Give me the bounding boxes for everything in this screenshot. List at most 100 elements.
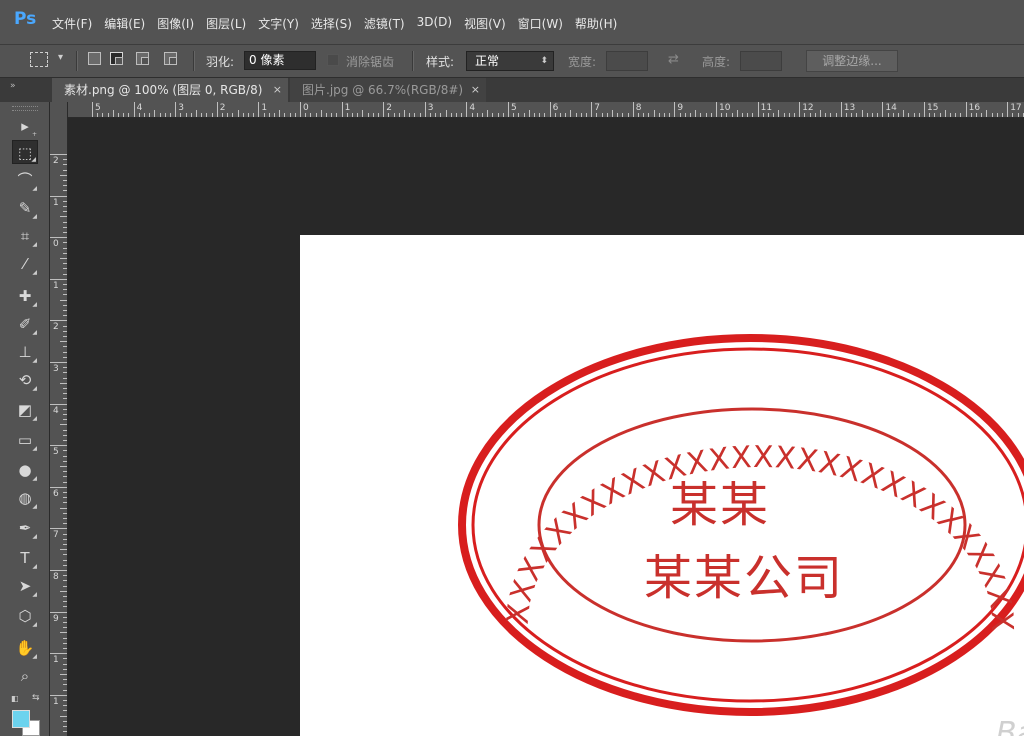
menu-help[interactable]: 帮助(H) [575, 15, 617, 32]
eraser-icon[interactable]: ◩ ◢ [12, 398, 38, 422]
ruler-minor-tick [63, 663, 67, 665]
panel-collapse-strip[interactable]: » [0, 78, 50, 102]
ruler-major-tick [799, 102, 801, 117]
blur-icon[interactable]: ● ◢ [12, 458, 38, 482]
menu-type[interactable]: 文字(Y) [258, 15, 299, 32]
ruler-minor-tick [63, 351, 67, 353]
quick-select-icon[interactable]: ✎ ◢ [12, 196, 38, 220]
ruler-minor-tick [794, 113, 795, 117]
marquee-icon[interactable]: ⬚ ◢ [12, 140, 38, 164]
tab-label: 图片.jpg @ 66.7%(RGB/8#) [302, 83, 464, 97]
width-input[interactable] [606, 51, 648, 71]
ruler-minor-tick [528, 110, 530, 117]
stamp-icon[interactable]: ⊥ ◢ [12, 340, 38, 364]
hand-icon[interactable]: ✋ ◢ [12, 636, 38, 660]
close-icon[interactable]: × [273, 78, 282, 102]
ruler-major-tick [50, 362, 67, 363]
subtract-selection-button[interactable] [136, 52, 149, 65]
swap-width-height-icon[interactable]: ⇄ [668, 52, 679, 67]
add-to-selection-button[interactable] [110, 52, 123, 65]
ruler-minor-tick [279, 110, 281, 117]
ruler-major-tick [50, 278, 67, 280]
tab-document-1[interactable]: 素材.png @ 100% (图层 0, RGB/8) × [52, 78, 288, 102]
dodge-icon[interactable]: ◍ ◢ [12, 486, 38, 510]
ruler-minor-tick [513, 113, 515, 117]
menu-filter[interactable]: 滤镜(T) [364, 15, 405, 32]
antialias-checkbox[interactable] [327, 54, 339, 66]
ruler-minor-tick [185, 113, 187, 117]
ruler-minor-tick [456, 113, 457, 117]
document-canvas[interactable]: XXXXXXXXXXXXXXXXXXXXXXXXXXXXX 某某 某某公司 [300, 235, 1024, 736]
default-colors-icon[interactable]: ◧ [11, 694, 19, 703]
history-brush-icon[interactable]: ⟲ ◢ [12, 368, 38, 392]
ruler-minor-tick [63, 393, 67, 395]
ruler-minor-tick [63, 315, 67, 317]
ruler-vertical[interactable]: 2 1 0 1 2 3 4 5 6 7 8 9 1 1 [50, 118, 68, 736]
ruler-label: 6 [552, 103, 559, 113]
menu-file[interactable]: 文件(F) [52, 15, 92, 32]
menu-layer[interactable]: 图层(L) [206, 15, 246, 32]
gradient-icon[interactable]: ▭ ◢ [12, 428, 38, 452]
canvas-area[interactable]: XXXXXXXXXXXXXXXXXXXXXXXXXXXXX 某某 某某公司 Ba… [68, 118, 1024, 736]
ruler-horizontal[interactable]: 5 4 3 2 1 0 1 2 3 4 5 6 7 8 9 10 11 12 13 14 15 16 17 [50, 102, 1024, 118]
menu-edit[interactable]: 编辑(E) [104, 15, 145, 32]
ruler-minor-tick [63, 336, 67, 337]
ruler-minor-tick [63, 554, 67, 556]
ruler-minor-tick [705, 113, 707, 117]
menu-image[interactable]: 图像(I) [157, 15, 194, 32]
ruler-minor-tick [63, 180, 67, 181]
menu-select[interactable]: 选择(S) [311, 15, 352, 32]
ruler-minor-tick [320, 110, 322, 117]
healing-icon[interactable]: ✚ ◢ [12, 284, 38, 308]
ruler-minor-tick [63, 637, 67, 639]
menu-3d[interactable]: 3D(D) [417, 15, 452, 32]
ruler-label: 17 [1010, 103, 1022, 113]
ruler-minor-tick [63, 533, 67, 535]
move-icon[interactable]: ▸ + [12, 114, 38, 138]
ruler-minor-tick [63, 398, 67, 400]
photoshop-logo: Ps [14, 9, 37, 29]
close-icon[interactable]: × [471, 78, 480, 102]
swap-colors-icon[interactable]: ⇆ [32, 693, 40, 703]
ruler-minor-tick [123, 113, 125, 117]
path-select-icon[interactable]: ➤ ◢ [12, 574, 38, 598]
pen-icon[interactable]: ✒ ◢ [12, 516, 38, 540]
new-selection-button[interactable] [88, 52, 101, 65]
crop-icon[interactable]: ⌗ ◢ [12, 224, 38, 248]
ruler-minor-tick [60, 299, 67, 301]
chevron-down-icon[interactable]: ▾ [58, 52, 63, 63]
ruler-minor-tick [1017, 113, 1019, 117]
ruler-minor-tick [612, 110, 613, 117]
panel-grip[interactable] [12, 106, 38, 111]
ruler-minor-tick [565, 113, 567, 117]
ruler-minor-tick [887, 113, 889, 117]
eyedropper-icon[interactable]: ⁄ ◢ [12, 252, 38, 276]
brush-icon[interactable]: ✐ ◢ [12, 312, 38, 336]
foreground-color-swatch[interactable] [12, 710, 30, 728]
ruler-label: 11 [760, 103, 773, 113]
ruler-minor-tick [596, 113, 598, 117]
ruler-minor-tick [934, 113, 936, 117]
tab-document-2[interactable]: 图片.jpg @ 66.7%(RGB/8#) × [290, 78, 486, 102]
ruler-label: 1 [344, 103, 351, 113]
ruler-minor-tick [63, 346, 67, 348]
shape-icon[interactable]: ⬡ ◢ [12, 604, 38, 628]
style-select[interactable]: 正常 ⬍ [466, 51, 554, 71]
ruler-label: 12 [802, 103, 814, 113]
ruler-minor-tick [950, 113, 951, 117]
ruler-minor-tick [736, 110, 738, 117]
menu-view[interactable]: 视图(V) [464, 15, 506, 32]
menu-window[interactable]: 窗口(W) [518, 15, 563, 32]
tool-preset-picker[interactable] [30, 52, 48, 67]
ruler-minor-tick [461, 113, 463, 117]
zoom-icon[interactable]: ⌕ [12, 664, 38, 688]
intersect-selection-button[interactable] [164, 52, 177, 65]
type-icon[interactable]: T ◢ [12, 546, 38, 570]
height-input[interactable] [740, 51, 782, 71]
lasso-icon[interactable]: ⌒ ◢ [12, 168, 38, 192]
feather-input[interactable]: 0 像素 [244, 51, 316, 70]
ruler-origin[interactable] [50, 102, 68, 118]
ruler-minor-tick [253, 113, 255, 117]
refine-edge-button[interactable]: 调整边缘... [806, 50, 898, 72]
ruler-minor-tick [60, 174, 67, 176]
